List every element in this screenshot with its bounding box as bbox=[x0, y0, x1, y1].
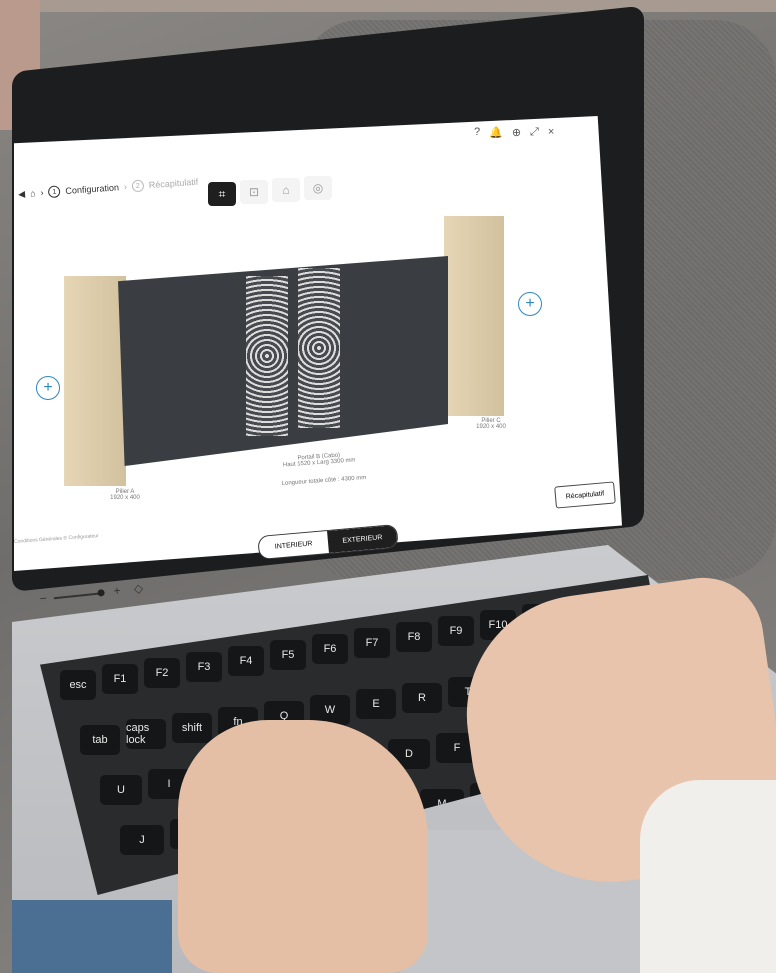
add-right-icon[interactable]: + bbox=[518, 292, 542, 316]
interior-toggle[interactable]: INTERIEUR bbox=[258, 531, 329, 559]
chevron-right-icon: › bbox=[123, 181, 128, 192]
decorative-panel-right bbox=[298, 268, 340, 428]
frame-icon[interactable]: ⌗ bbox=[208, 182, 236, 206]
add-left-icon[interactable]: + bbox=[36, 376, 60, 400]
home-icon[interactable]: ⌂ bbox=[30, 188, 36, 198]
view-toolbar: ⌗ ⊡ ⌂ ◎ bbox=[208, 176, 332, 208]
footer-text: Conditions Générales ® Configurateur bbox=[13, 533, 99, 545]
key-j[interactable]: J bbox=[120, 825, 164, 855]
pillar-left[interactable] bbox=[64, 276, 126, 486]
pillar-left-dimension: Pilier A 1920 x 400 bbox=[110, 489, 140, 501]
photo-top-strip bbox=[0, 0, 776, 12]
dimensions-icon[interactable]: ⊡ bbox=[240, 180, 268, 204]
step2-number: 2 bbox=[131, 179, 145, 193]
left-hand bbox=[178, 720, 428, 973]
notification-icon[interactable]: 🔔 bbox=[489, 126, 503, 139]
key-f2[interactable]: F2 bbox=[144, 658, 180, 688]
breadcrumb: ◀ ⌂ › 1 Configuration › 2 Récapitulatif bbox=[18, 176, 199, 201]
key-esc[interactable]: esc bbox=[60, 670, 96, 700]
exterior-toggle[interactable]: EXTERIEUR bbox=[327, 525, 398, 553]
key-caps-lock[interactable]: caps lock bbox=[126, 719, 166, 749]
window-controls: ? 🔔 ⊕ ⤢ × bbox=[474, 126, 554, 139]
key-e[interactable]: E bbox=[356, 689, 396, 719]
gate-dimension: Portail B (Cabo) Haut 1520 x Larg 3300 m… bbox=[282, 452, 356, 469]
key-f6[interactable]: F6 bbox=[312, 634, 348, 664]
key-r[interactable]: R bbox=[402, 683, 442, 713]
reset-view-icon[interactable]: ◇ bbox=[133, 581, 144, 596]
step1-number: 1 bbox=[48, 185, 61, 199]
pillar-right-dimension: Pilier C 1920 x 400 bbox=[476, 418, 506, 430]
pillar-right[interactable] bbox=[444, 216, 504, 416]
chevron-right-icon: › bbox=[40, 187, 44, 198]
total-length: Longueur totale côté : 4300 mm bbox=[281, 475, 367, 487]
zoom-slider-thumb[interactable] bbox=[96, 589, 105, 598]
jeans bbox=[12, 900, 172, 973]
key-f3[interactable]: F3 bbox=[186, 652, 222, 682]
globe-icon[interactable]: ⊕ bbox=[512, 126, 521, 139]
gate-icon[interactable]: ⌂ bbox=[272, 178, 300, 202]
step1-label[interactable]: Configuration bbox=[65, 182, 119, 196]
close-icon[interactable]: × bbox=[548, 126, 554, 139]
help-icon[interactable]: ? bbox=[474, 126, 480, 139]
sleeve bbox=[640, 780, 776, 973]
zoom-slider[interactable] bbox=[54, 592, 100, 600]
camera-icon[interactable]: ◎ bbox=[304, 176, 332, 200]
key-f8[interactable]: F8 bbox=[396, 622, 432, 652]
zoom-out-button[interactable]: − bbox=[39, 591, 47, 606]
key-f1[interactable]: F1 bbox=[102, 664, 138, 694]
key-shift[interactable]: shift bbox=[172, 713, 212, 743]
decorative-panel-left bbox=[246, 276, 288, 436]
step2-label[interactable]: Récapitulatif bbox=[148, 177, 198, 190]
zoom-in-button[interactable]: + bbox=[113, 583, 121, 598]
key-f7[interactable]: F7 bbox=[354, 628, 390, 658]
key-tab[interactable]: tab bbox=[80, 725, 120, 755]
key-f9[interactable]: F9 bbox=[438, 616, 474, 646]
key-f4[interactable]: F4 bbox=[228, 646, 264, 676]
key-f5[interactable]: F5 bbox=[270, 640, 306, 670]
back-icon[interactable]: ◀ bbox=[18, 188, 26, 199]
expand-icon[interactable]: ⤢ bbox=[530, 126, 539, 139]
key-u[interactable]: U bbox=[100, 775, 142, 805]
